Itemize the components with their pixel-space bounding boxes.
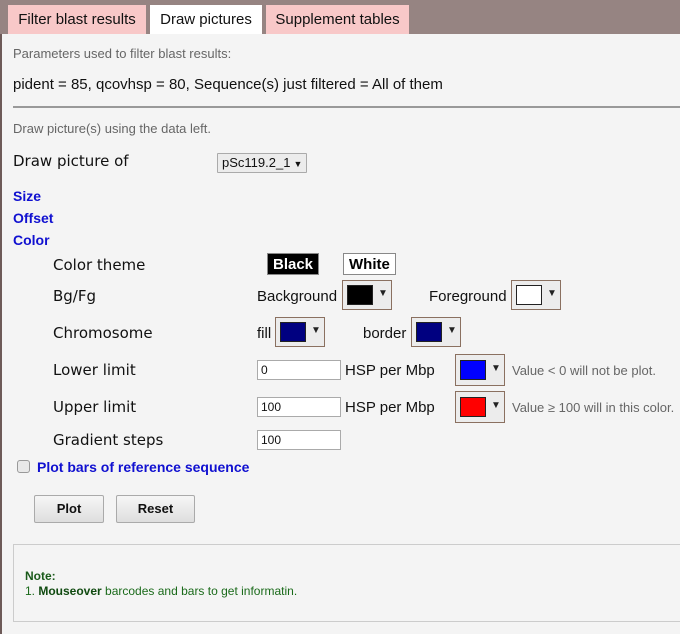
divider bbox=[13, 106, 680, 108]
section-offset[interactable]: Offset bbox=[13, 210, 53, 226]
note-prefix: 1. bbox=[25, 584, 39, 598]
chevron-down-icon: ▼ bbox=[311, 325, 321, 336]
upper-limit-unit: HSP per Mbp bbox=[345, 399, 435, 416]
note-title: Note: bbox=[25, 569, 56, 583]
note-bold: Mouseover bbox=[38, 584, 102, 598]
draw-picture-of-label: Draw picture of bbox=[13, 152, 129, 170]
chevron-down-icon: ▼ bbox=[547, 288, 557, 299]
draw-picture-of-value: pSc119.2_1 bbox=[222, 155, 291, 170]
background-label: Background bbox=[257, 288, 338, 305]
upper-limit-color-picker[interactable]: ▼ bbox=[455, 391, 505, 423]
theme-white-button[interactable]: White bbox=[343, 253, 396, 275]
theme-black-button[interactable]: Black bbox=[267, 253, 320, 275]
gradient-steps-label: Gradient steps bbox=[53, 431, 164, 449]
draw-picture-of-select[interactable]: pSc119.2_1 ▼ bbox=[217, 153, 308, 173]
section-color[interactable]: Color bbox=[13, 232, 50, 248]
lower-limit-label: Lower limit bbox=[53, 361, 136, 379]
border-color-swatch bbox=[416, 322, 442, 342]
upper-limit-input[interactable] bbox=[257, 397, 341, 417]
upper-color-swatch bbox=[460, 397, 486, 417]
lower-limit-input[interactable] bbox=[257, 360, 341, 380]
tab-filter-blast-results[interactable]: Filter blast results bbox=[8, 5, 146, 34]
upper-limit-label: Upper limit bbox=[53, 398, 137, 416]
lower-limit-unit: HSP per Mbp bbox=[345, 362, 435, 379]
foreground-color-picker[interactable]: ▼ bbox=[511, 280, 561, 310]
plot-bars-checkbox[interactable] bbox=[17, 460, 30, 473]
params-heading: Parameters used to filter blast results: bbox=[13, 46, 232, 61]
gradient-steps-input[interactable] bbox=[257, 430, 341, 450]
note-text: 1. Mouseover barcodes and bars to get in… bbox=[25, 584, 297, 598]
reset-button[interactable]: Reset bbox=[116, 495, 195, 523]
plot-bars-label[interactable]: Plot bars of reference sequence bbox=[37, 459, 249, 475]
upper-limit-hint: Value ≥ 100 will in this color. bbox=[512, 400, 675, 415]
section-size[interactable]: Size bbox=[13, 188, 41, 204]
fill-label: fill bbox=[257, 325, 272, 342]
bgfg-label: Bg/Fg bbox=[53, 287, 97, 305]
chevron-down-icon: ▼ bbox=[293, 159, 303, 169]
color-theme-label: Color theme bbox=[53, 256, 146, 274]
plot-button[interactable]: Plot bbox=[34, 495, 104, 523]
chevron-down-icon: ▼ bbox=[491, 400, 501, 411]
chevron-down-icon: ▼ bbox=[378, 288, 388, 299]
chromosome-label: Chromosome bbox=[53, 324, 153, 342]
chromosome-border-color-picker[interactable]: ▼ bbox=[411, 317, 461, 347]
draw-pictures-panel: Parameters used to filter blast results:… bbox=[0, 34, 680, 634]
tab-draw-pictures[interactable]: Draw pictures bbox=[150, 5, 262, 34]
foreground-color-swatch bbox=[516, 285, 542, 305]
chromosome-fill-color-picker[interactable]: ▼ bbox=[275, 317, 325, 347]
tab-supplement-tables[interactable]: Supplement tables bbox=[266, 5, 409, 34]
params-summary: pident = 85, qcovhsp = 80, Sequence(s) j… bbox=[13, 76, 443, 93]
chevron-down-icon: ▼ bbox=[447, 325, 457, 336]
note-box: Note: 1. Mouseover barcodes and bars to … bbox=[13, 544, 680, 622]
fill-color-swatch bbox=[280, 322, 306, 342]
lower-limit-hint: Value < 0 will not be plot. bbox=[512, 363, 656, 378]
border-label: border bbox=[363, 325, 407, 342]
background-color-picker[interactable]: ▼ bbox=[342, 280, 392, 310]
chevron-down-icon: ▼ bbox=[491, 363, 501, 374]
draw-heading: Draw picture(s) using the data left. bbox=[13, 121, 211, 136]
note-rest: barcodes and bars to get informatin. bbox=[101, 584, 298, 598]
tab-bar: Filter blast results Draw pictures Suppl… bbox=[0, 0, 680, 34]
lower-color-swatch bbox=[460, 360, 486, 380]
lower-limit-color-picker[interactable]: ▼ bbox=[455, 354, 505, 386]
foreground-label: Foreground bbox=[429, 288, 507, 305]
background-color-swatch bbox=[347, 285, 373, 305]
